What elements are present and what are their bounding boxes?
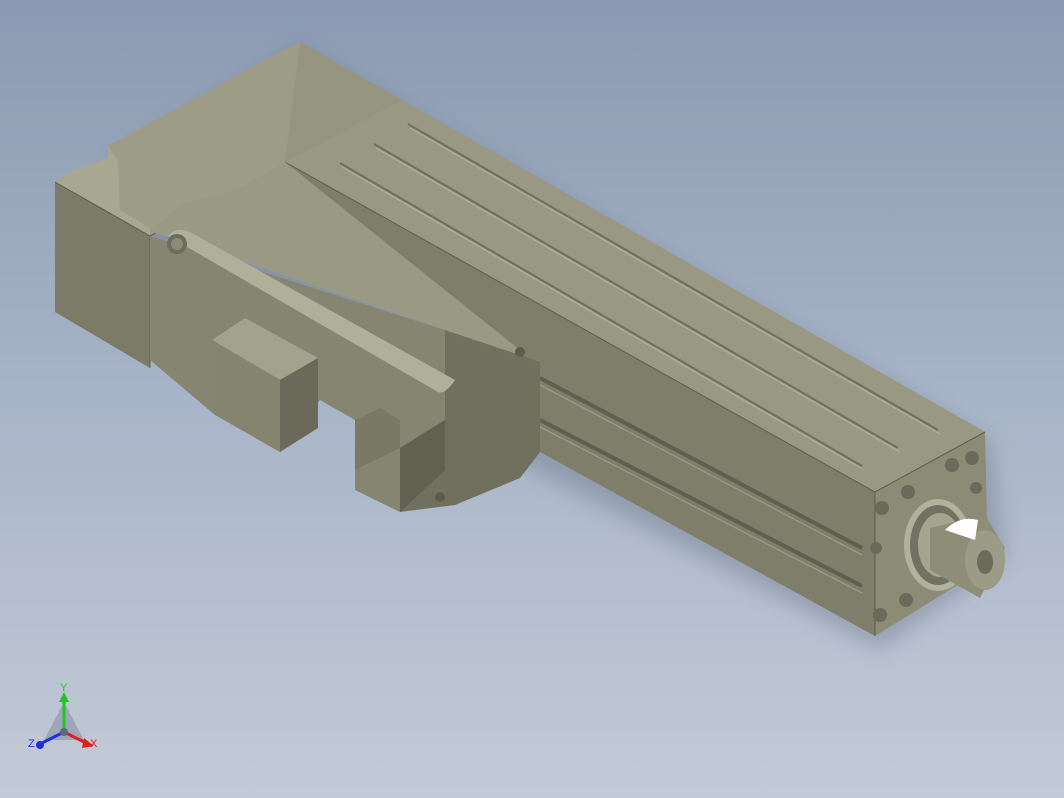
axis-z-label: Z	[28, 738, 35, 750]
axis-x-label: X	[90, 738, 98, 750]
axis-triad: Y X Z	[24, 682, 104, 758]
axis-y-label: Y	[60, 682, 68, 694]
3d-viewport[interactable]: Y X Z	[0, 0, 1064, 798]
actuator-model[interactable]	[0, 0, 1064, 798]
